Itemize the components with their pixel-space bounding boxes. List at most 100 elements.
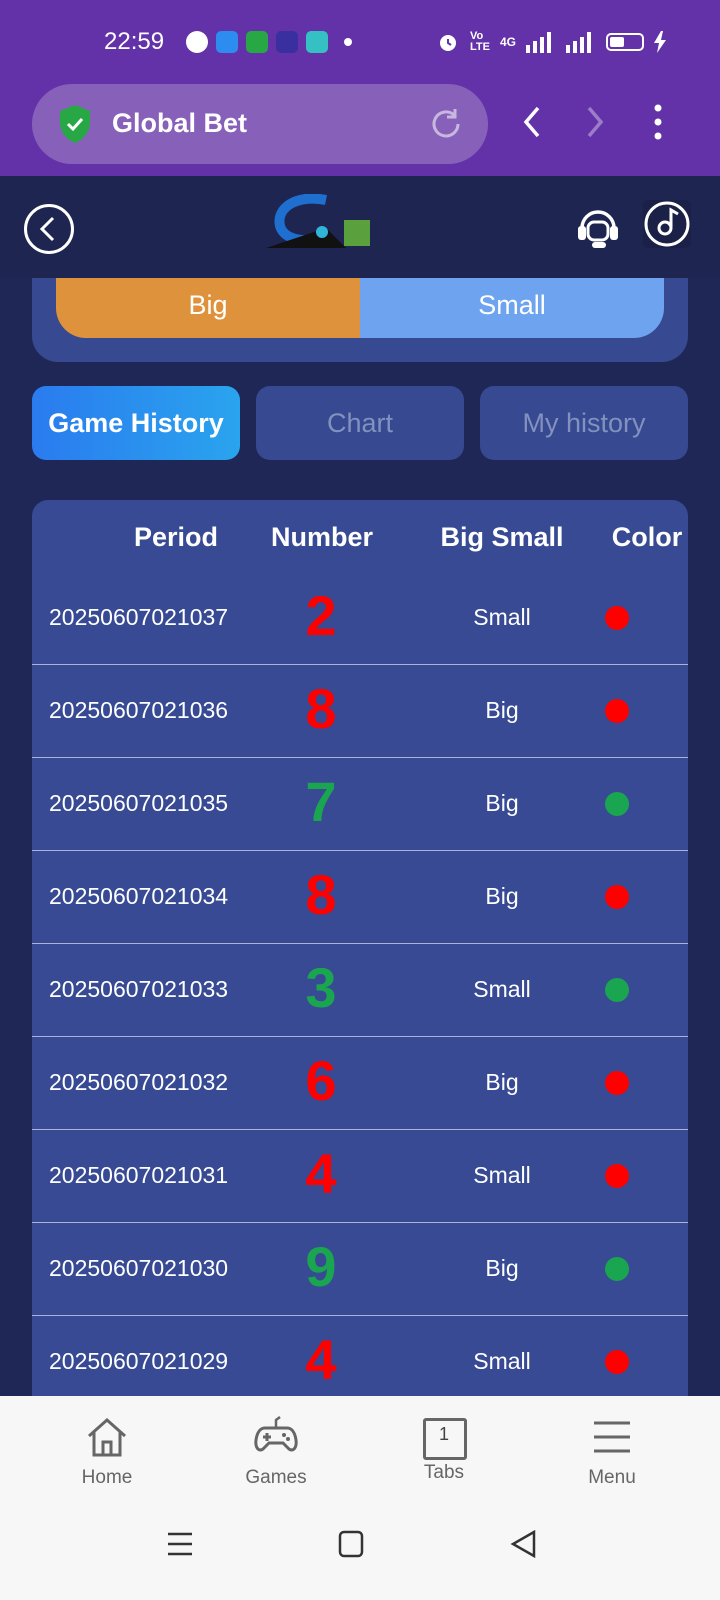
nav-games-label: Games [245,1467,307,1488]
period-cell: 20250607021031 [49,1162,229,1188]
logo [266,194,370,248]
number-cell: 4 [305,1328,337,1391]
table-row: 20250607021030 9 Big [32,1223,688,1316]
tab-game-history[interactable]: Game History [32,386,240,460]
big-small-cell: Big [485,883,519,909]
notification-icons [186,31,352,53]
more-options-icon[interactable] [654,104,662,140]
signal-icon [565,32,591,53]
table-row: 20250607021033 3 Small [32,944,688,1037]
header-color: Color [611,522,683,552]
shield-check-icon [60,105,90,143]
chevron-left-icon [39,216,55,242]
nav-games[interactable]: Games [216,1414,336,1489]
color-dot-icon [605,885,629,909]
big-small-cell: Small [473,976,531,1002]
customer-service-icon[interactable] [574,202,622,250]
number-cell: 9 [305,1235,337,1298]
system-navigation [0,1504,720,1600]
music-button[interactable] [643,200,691,248]
network-label: 4G [499,35,516,49]
status-bar: 22:59 Vo LTE 4G [0,0,720,90]
more-dot-icon [344,38,352,46]
color-dot-icon [605,606,629,630]
table-row: 20250607021035 7 Big [32,758,688,851]
reload-icon[interactable] [428,106,464,142]
big-small-cell: Big [485,1255,519,1281]
period-cell: 20250607021032 [49,1069,229,1095]
tabs-count-icon: 1 [421,1414,467,1460]
browser-back-icon[interactable] [522,104,542,140]
menu-icon [594,1421,630,1453]
tabs-count: 1 [438,1424,449,1444]
browser-forward-icon[interactable] [585,104,605,140]
big-small-cell: Small [473,604,531,630]
number-cell: 6 [305,1049,337,1112]
gamepad-icon [254,1416,298,1452]
chat-icon [186,31,208,53]
tab-chart[interactable]: Chart [256,386,464,460]
big-small-cell: Small [473,1348,531,1374]
game-icon [276,31,298,53]
app-icon [216,31,238,53]
big-small-cell: Big [485,1069,519,1095]
history-tabs: Game History Chart My history [32,386,688,460]
table-row: 20250607021031 4 Small [32,1130,688,1223]
big-small-toggle: Big Small [56,278,664,338]
back-triangle-icon[interactable] [510,1530,538,1558]
header-number: Number [270,522,373,552]
period-cell: 20250607021034 [49,883,229,909]
period-cell: 20250607021037 [49,604,229,630]
number-cell: 3 [305,956,337,1019]
nav-tabs-label: Tabs [423,1462,465,1483]
header-period: Period [133,522,219,552]
nav-tabs[interactable]: 1 Tabs [384,1414,504,1484]
color-dot-icon [605,1257,629,1281]
period-cell: 20250607021030 [49,1255,229,1281]
period-cell: 20250607021029 [49,1348,229,1374]
charging-icon [653,31,666,53]
small-button[interactable]: Small [360,278,664,338]
recent-apps-icon[interactable] [166,1530,194,1558]
number-cell: 8 [305,863,337,926]
color-dot-icon [605,1350,629,1374]
color-dot-icon [605,1071,629,1095]
music-disc-icon [644,201,690,247]
page-title: Global Bet [112,108,248,138]
battery-icon [605,33,644,51]
app-icon [306,31,328,53]
table-row: 20250607021029 4 Small [32,1316,688,1400]
home-icon [88,1417,126,1457]
home-square-icon[interactable] [338,1530,364,1558]
color-dot-icon [605,978,629,1002]
number-cell: 4 [305,1142,337,1205]
nav-menu[interactable]: Menu [552,1414,672,1489]
table-row: 20250607021037 2 Small [32,572,688,665]
table-row: 20250607021034 8 Big [32,851,688,944]
app-header [0,176,720,278]
period-cell: 20250607021033 [49,976,229,1002]
alarm-icon [440,35,456,51]
app-icon [246,31,268,53]
address-bar[interactable]: Global Bet [32,84,488,164]
back-button[interactable] [24,204,74,254]
tab-my-history[interactable]: My history [480,386,688,460]
color-dot-icon [605,792,629,816]
number-cell: 2 [305,584,337,647]
browser-toolbar: Global Bet [0,82,720,176]
period-cell: 20250607021035 [49,790,229,816]
nav-home[interactable]: Home [47,1414,167,1489]
table-row: 20250607021032 6 Big [32,1037,688,1130]
nav-home-label: Home [81,1467,133,1488]
nav-menu-label: Menu [588,1467,636,1488]
volte-icon: Vo LTE [470,30,490,53]
number-cell: 8 [305,677,337,740]
color-dot-icon [605,1164,629,1188]
big-button[interactable]: Big [56,278,360,338]
color-dot-icon [605,699,629,723]
table-header: Period Number Big Small Color [32,500,688,572]
big-small-cell: Big [485,790,519,816]
table-row: 20250607021036 8 Big [32,665,688,758]
header-big-small: Big Small [440,522,564,552]
number-cell: 7 [305,770,337,833]
